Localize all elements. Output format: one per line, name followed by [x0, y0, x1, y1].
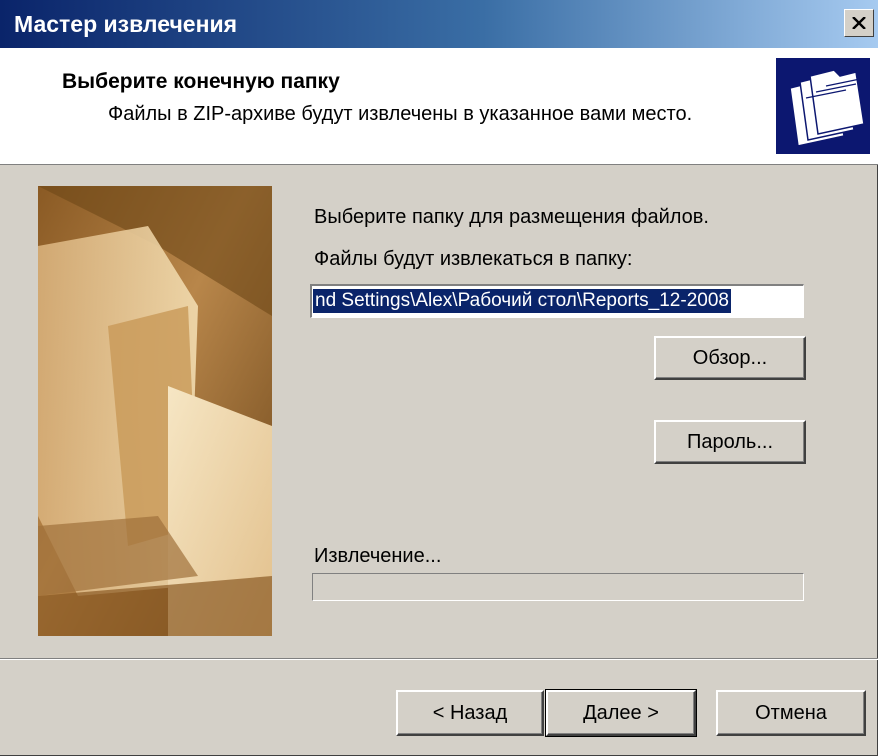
window-title: Мастер извлечения	[14, 11, 238, 37]
destination-label: Файлы будут извлекаться в папку:	[314, 248, 633, 270]
title-bar[interactable]: Мастер извлечения	[0, 0, 878, 48]
destination-path-value: nd Settings\Alex\Рабочий стол\Reports_12…	[313, 289, 731, 313]
footer-separator	[0, 658, 878, 660]
back-button[interactable]: < Назад	[396, 690, 544, 736]
page-subtitle: Файлы в ZIP-архиве будут извлечены в ука…	[108, 103, 693, 125]
instruction-text: Выберите папку для размещения файлов.	[314, 206, 709, 228]
destination-path-input[interactable]: nd Settings\Alex\Рабочий стол\Reports_12…	[310, 284, 804, 318]
wizard-header: Выберите конечную папку Файлы в ZIP-архи…	[0, 48, 878, 165]
extracting-label: Извлечение...	[314, 545, 442, 567]
cancel-button[interactable]: Отмена	[716, 690, 866, 736]
password-button[interactable]: Пароль...	[654, 420, 806, 464]
folders-icon	[776, 58, 870, 154]
page-title: Выберите конечную папку	[62, 70, 340, 93]
next-button[interactable]: Далее >	[545, 689, 697, 737]
extraction-progress-bar	[312, 573, 804, 601]
wizard-side-image	[38, 186, 272, 636]
extraction-wizard-dialog: Мастер извлечения Выберите конечную папк…	[0, 0, 878, 756]
browse-button[interactable]: Обзор...	[654, 336, 806, 380]
close-button[interactable]	[844, 9, 874, 37]
close-icon	[852, 17, 866, 29]
